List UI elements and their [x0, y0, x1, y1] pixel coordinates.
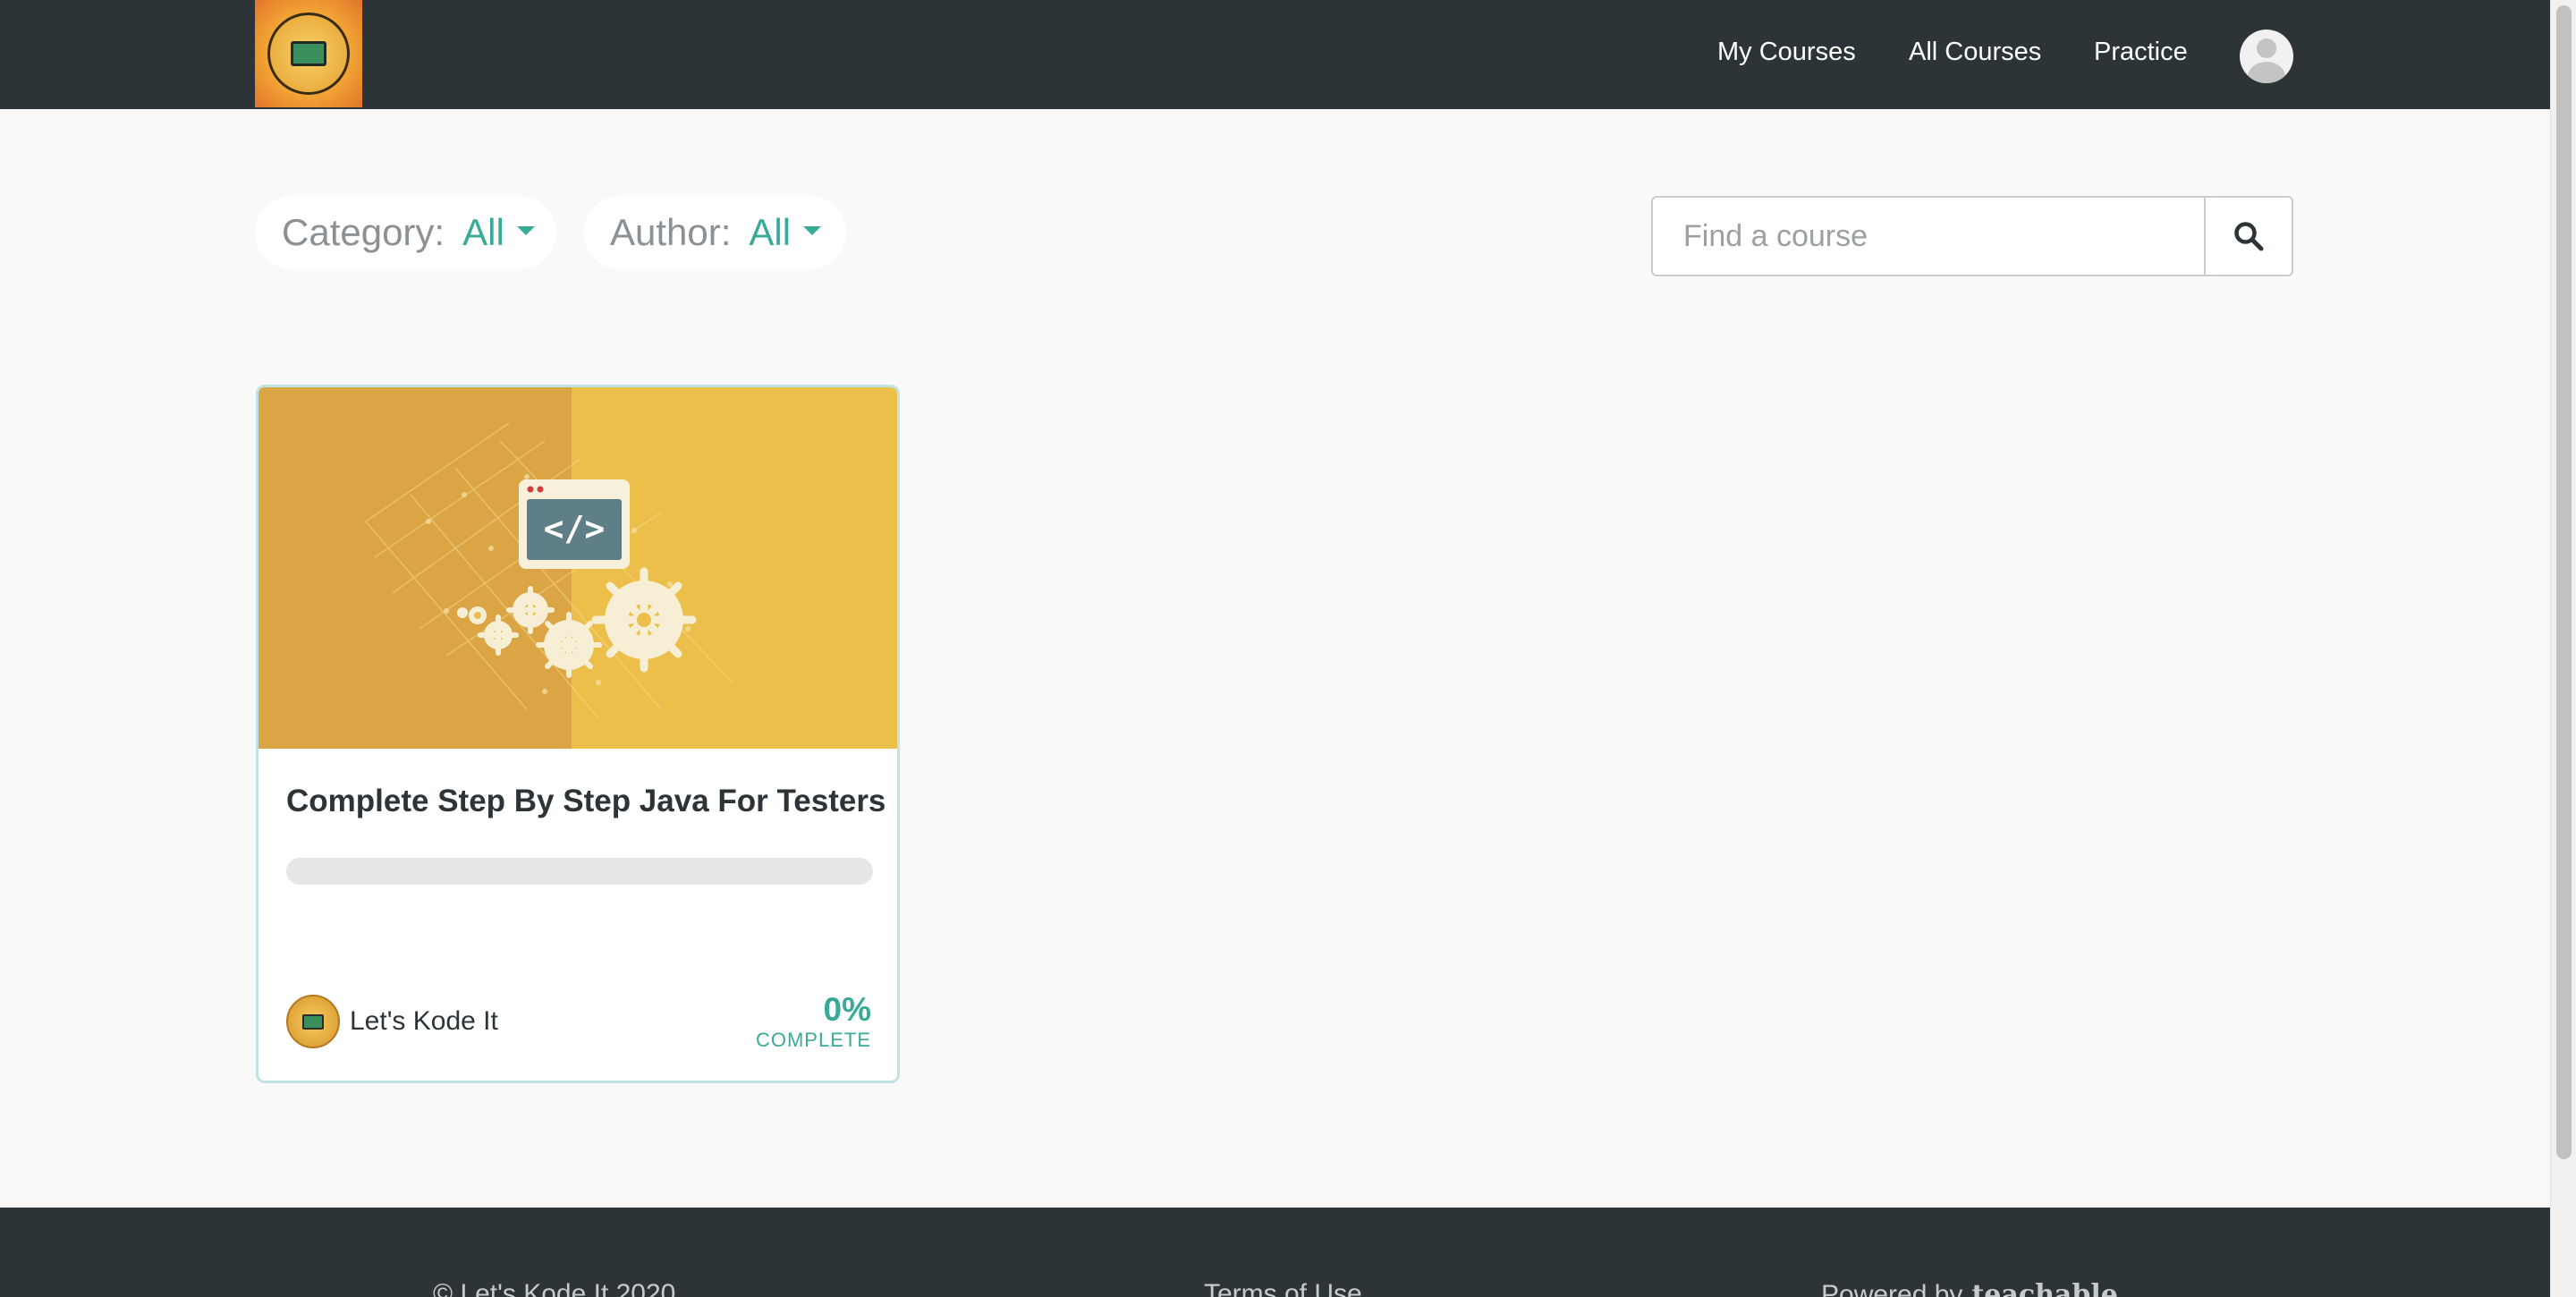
author-filter-value[interactable]: All	[749, 211, 791, 254]
author-filter-label: Author:	[610, 211, 732, 253]
course-thumbnail[interactable]: </>	[258, 387, 897, 749]
avatar-body	[2248, 62, 2285, 83]
search-button[interactable]	[2204, 198, 2292, 275]
course-card[interactable]: </> Complete Step By Step Java For Teste…	[256, 385, 900, 1083]
footer-terms-link[interactable]: Terms of Use	[1204, 1279, 1362, 1297]
avatar-head	[2257, 38, 2276, 58]
search-icon	[2234, 222, 2264, 251]
course-author: Let's Kode It	[350, 1006, 498, 1036]
course-title[interactable]: Complete Step By Step Java For Testers	[286, 784, 886, 819]
nav-link-practice[interactable]: Practice	[2094, 38, 2188, 67]
user-avatar-icon[interactable]	[2240, 30, 2293, 83]
progress-complete-label: COMPLETE	[755, 1029, 871, 1051]
laptop-icon	[302, 1013, 324, 1030]
svg-text:</>: </>	[544, 509, 606, 548]
footer-copyright: © Let's Kode It 2020	[433, 1279, 676, 1297]
scrollbar-thumb[interactable]	[2556, 5, 2572, 1159]
nav-link-my-courses[interactable]: My Courses	[1717, 38, 1856, 67]
top-navbar: My Courses All Courses Practice	[0, 0, 2550, 109]
caret-down-icon	[516, 226, 535, 235]
category-filter-dropdown[interactable]: Category: All	[255, 196, 556, 269]
progress-percent: 0%	[823, 991, 871, 1028]
page-scrollbar[interactable]	[2550, 0, 2576, 1297]
nav-links: My Courses All Courses Practice	[0, 0, 2550, 109]
category-filter-label: Category:	[282, 211, 445, 253]
code-window-gears-icon: </>	[258, 387, 897, 749]
nav-link-all-courses[interactable]: All Courses	[1909, 38, 2041, 67]
course-progress-bar	[286, 858, 873, 885]
author-filter-dropdown[interactable]: Author: All	[583, 196, 846, 269]
powered-by-label: Powered by	[1821, 1280, 1963, 1297]
caret-down-icon	[803, 226, 822, 235]
course-search	[1651, 196, 2293, 276]
category-filter-value[interactable]: All	[462, 211, 504, 254]
footer-powered-by[interactable]: Powered by teachable	[1821, 1279, 2118, 1297]
teachable-brand: teachable	[1971, 1279, 2118, 1297]
author-avatar-icon	[286, 995, 340, 1048]
search-input[interactable]	[1653, 198, 2204, 275]
